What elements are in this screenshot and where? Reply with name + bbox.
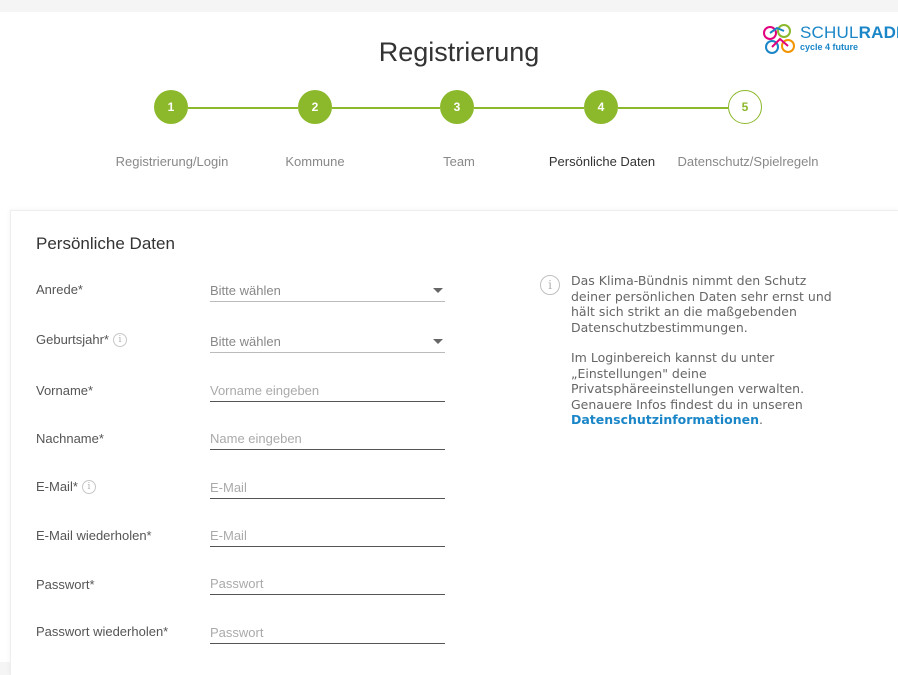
step-1-label[interactable]: Registrierung/Login bbox=[116, 154, 229, 169]
step-2-circle[interactable]: 2 bbox=[298, 90, 332, 124]
step-1-circle[interactable]: 1 bbox=[154, 90, 188, 124]
top-bar bbox=[0, 0, 898, 12]
salutation-label: Anrede* bbox=[36, 282, 83, 297]
step-connector bbox=[188, 107, 298, 109]
password-repeat-label: Passwort wiederholen* bbox=[36, 624, 169, 639]
info-icon[interactable]: i bbox=[81, 479, 96, 494]
section-title: Persönliche Daten bbox=[36, 234, 175, 253]
registration-page: SCHULRADELN cycle 4 future Registrierung… bbox=[0, 12, 898, 675]
privacy-paragraph-2: Im Loginbereich kannst du unter „Einstel… bbox=[571, 350, 805, 427]
step-4-label[interactable]: Persönliche Daten bbox=[549, 154, 655, 169]
registration-stepper: 1 2 3 4 5 Registrierung/Login Kommune Te… bbox=[0, 12, 898, 182]
birth-year-label: Geburtsjahr* i bbox=[36, 332, 127, 347]
birth-year-select[interactable]: Bitte wählen bbox=[210, 331, 445, 353]
email-repeat-input[interactable] bbox=[210, 524, 445, 547]
salutation-value: Bitte wählen bbox=[210, 283, 281, 298]
privacy-info-text: Das Klima-Bündnis nimmt den Schutz deine… bbox=[571, 273, 841, 443]
step-2-label[interactable]: Kommune bbox=[285, 154, 344, 169]
caret-down-icon bbox=[433, 288, 443, 293]
email-label: E-Mail* i bbox=[36, 479, 96, 494]
step-3-label[interactable]: Team bbox=[443, 154, 475, 169]
email-input[interactable] bbox=[210, 476, 445, 499]
step-5-circle[interactable]: 5 bbox=[728, 90, 762, 124]
birth-year-value: Bitte wählen bbox=[210, 334, 281, 349]
password-repeat-input[interactable] bbox=[210, 621, 445, 644]
step-3-circle[interactable]: 3 bbox=[440, 90, 474, 124]
step-connector bbox=[474, 107, 584, 109]
step-4-circle[interactable]: 4 bbox=[584, 90, 618, 124]
salutation-select[interactable]: Bitte wählen bbox=[210, 280, 445, 302]
step-5-label[interactable]: Datenschutz/Spielregeln bbox=[678, 154, 819, 169]
password-input[interactable] bbox=[210, 572, 445, 595]
privacy-paragraph-1: Das Klima-Bündnis nimmt den Schutz deine… bbox=[571, 273, 832, 335]
first-name-input[interactable] bbox=[210, 379, 445, 402]
password-label: Passwort* bbox=[36, 577, 95, 592]
last-name-input[interactable] bbox=[210, 427, 445, 450]
last-name-label: Nachname* bbox=[36, 431, 104, 446]
privacy-info-link[interactable]: Datenschutzinformationen bbox=[571, 412, 759, 427]
caret-down-icon bbox=[433, 339, 443, 344]
email-repeat-label: E-Mail wiederholen* bbox=[36, 528, 152, 543]
info-icon[interactable]: i bbox=[112, 332, 127, 347]
first-name-label: Vorname* bbox=[36, 383, 94, 398]
step-connector bbox=[332, 107, 440, 109]
step-connector bbox=[618, 107, 728, 109]
info-icon: i bbox=[540, 275, 560, 295]
